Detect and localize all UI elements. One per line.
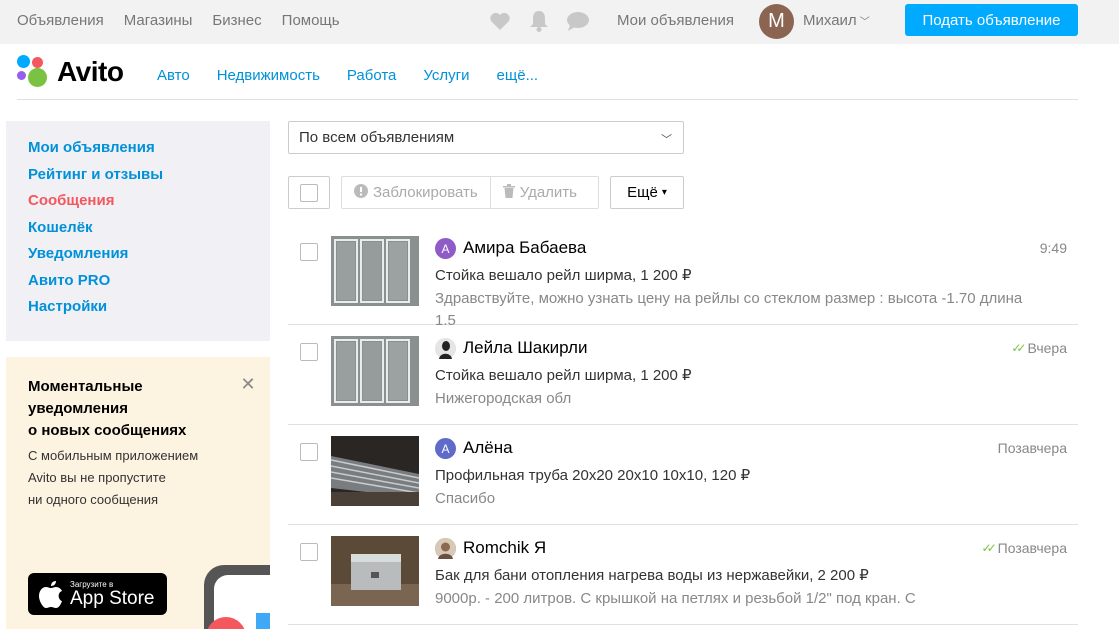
user-name: Михаил — [803, 12, 857, 29]
sidebar-item-avito-pro[interactable]: Авито PRO — [28, 272, 270, 299]
message-preview: 9000р. - 200 литров. С крышкой на петлях… — [435, 590, 916, 607]
select-all-checkbox[interactable] — [288, 176, 330, 209]
message-checkbox[interactable] — [300, 543, 318, 561]
top-nav-shops[interactable]: Магазины — [124, 12, 193, 29]
block-button[interactable]: Заблокировать — [342, 177, 490, 208]
sender-name: Амира Бабаева — [463, 238, 587, 257]
avito-logo[interactable]: Avito — [17, 55, 124, 89]
message-row[interactable]: Лейла Шакирли ✓✓ Вчера Стойка вешало рейл… — [288, 325, 1078, 425]
close-icon[interactable]: ✕ — [240, 375, 256, 393]
message-time: ✓✓ Позавчера — [981, 540, 1067, 556]
chevron-down-icon: ▾ — [661, 187, 667, 198]
app-store-big-text: App Store — [70, 587, 155, 609]
user-avatar: А — [435, 238, 456, 259]
sidebar-item-messages[interactable]: Сообщения — [28, 192, 270, 219]
message-row[interactable]: А Алёна Позавчера Профильная труба 20х20… — [288, 425, 1078, 525]
message-subject: Стойка вешало рейл ширма, 1 200 ₽ — [435, 367, 692, 384]
user-menu[interactable]: Михаил ﹀ — [803, 12, 870, 29]
category-more[interactable]: ещё... — [497, 67, 539, 84]
message-time: Позавчера — [997, 440, 1067, 456]
top-icons — [488, 9, 590, 33]
top-nav-ads[interactable]: Объявления — [17, 12, 104, 29]
apple-icon — [39, 581, 62, 608]
sender-name: Алёна — [463, 438, 513, 457]
category-nav: Авто Недвижимость Работа Услуги ещё... — [157, 67, 538, 84]
logo-text: Avito — [57, 56, 124, 87]
message-list: А Амира Бабаева 9:49 Стойка вешало рейл … — [288, 225, 1078, 625]
top-nav-help[interactable]: Помощь — [282, 12, 340, 29]
post-ad-button[interactable]: Подать объявление — [905, 4, 1078, 36]
read-checkmarks-icon: ✓✓ — [981, 541, 997, 555]
filter-value: По всем объявлениям — [299, 129, 455, 146]
category-realty[interactable]: Недвижимость — [217, 67, 320, 84]
message-time: 9:49 — [1039, 240, 1067, 256]
bulk-actions: Заблокировать Удалить — [341, 176, 599, 209]
my-ads-link[interactable]: Мои объявления — [617, 12, 734, 29]
category-auto[interactable]: Авто — [157, 67, 190, 84]
logo-dots-icon — [17, 55, 51, 89]
message-checkbox[interactable] — [300, 443, 318, 461]
sidebar-item-rating[interactable]: Рейтинг и отзывы — [28, 166, 270, 193]
message-time: ✓✓ Вчера — [1011, 340, 1067, 356]
promo-title: Моментальные уведомления о новых сообщен… — [28, 378, 187, 439]
sidebar-item-wallet[interactable]: Кошелёк — [28, 219, 270, 246]
sidebar-item-my-ads[interactable]: Мои объявления — [28, 139, 270, 166]
message-row[interactable]: А Амира Бабаева 9:49 Стойка вешало рейл … — [288, 225, 1078, 329]
user-avatar — [435, 538, 456, 559]
item-thumbnail[interactable] — [331, 536, 419, 606]
message-subject: Бак для бани отопления нагрева воды из н… — [435, 567, 869, 584]
message-row[interactable]: Romchik Я ✓✓ Позавчера Бак для бани отопл… — [288, 525, 1078, 625]
category-services[interactable]: Услуги — [423, 67, 469, 84]
message-preview: Спасибо — [435, 490, 496, 507]
header-divider — [17, 99, 1078, 100]
chevron-down-icon: ﹀ — [661, 134, 672, 146]
message-checkbox[interactable] — [300, 343, 318, 361]
read-checkmarks-icon: ✓✓ — [1011, 341, 1026, 355]
trash-icon — [502, 184, 515, 201]
alert-icon — [354, 184, 368, 201]
top-bar: Объявления Магазины Бизнес Помощь Мои об… — [0, 0, 1119, 44]
message-subject: Стойка вешало рейл ширма, 1 200 ₽ — [435, 267, 692, 284]
app-promo-banner: Моментальные уведомления о новых сообщен… — [6, 357, 270, 629]
avatar[interactable]: М — [759, 4, 794, 39]
message-preview: Нижегородская обл — [435, 390, 572, 407]
messages-chat-icon[interactable] — [566, 9, 590, 33]
ads-filter-select[interactable]: По всем объявлениям ﹀ — [288, 121, 684, 154]
sidebar-item-settings[interactable]: Настройки — [28, 298, 270, 325]
phone-illustration — [204, 565, 270, 629]
top-nav: Объявления Магазины Бизнес Помощь — [17, 12, 340, 29]
favorites-heart-icon[interactable] — [488, 9, 512, 33]
sidebar: Мои объявления Рейтинг и отзывы Сообщени… — [6, 121, 270, 341]
top-nav-business[interactable]: Бизнес — [212, 12, 261, 29]
sidebar-item-notifications[interactable]: Уведомления — [28, 245, 270, 272]
item-thumbnail[interactable] — [331, 436, 419, 506]
sender-name: Лейла Шакирли — [463, 338, 588, 357]
item-thumbnail[interactable] — [331, 236, 419, 306]
notifications-bell-icon[interactable] — [527, 9, 551, 33]
chevron-down-icon: ﹀ — [859, 17, 870, 28]
more-actions-button[interactable]: Ещё ▾ — [610, 176, 684, 209]
user-avatar — [435, 338, 456, 359]
user-avatar: А — [435, 438, 456, 459]
message-subject: Профильная труба 20х20 20х10 10х10, 120 … — [435, 467, 751, 484]
delete-button[interactable]: Удалить — [489, 177, 589, 208]
app-store-button[interactable]: Загрузите в App Store — [28, 573, 167, 615]
category-jobs[interactable]: Работа — [347, 67, 397, 84]
item-thumbnail[interactable] — [331, 336, 419, 406]
message-checkbox[interactable] — [300, 243, 318, 261]
sender-name: Romchik Я — [463, 538, 547, 557]
promo-text: С мобильным приложением Avito вы не проп… — [28, 448, 199, 507]
